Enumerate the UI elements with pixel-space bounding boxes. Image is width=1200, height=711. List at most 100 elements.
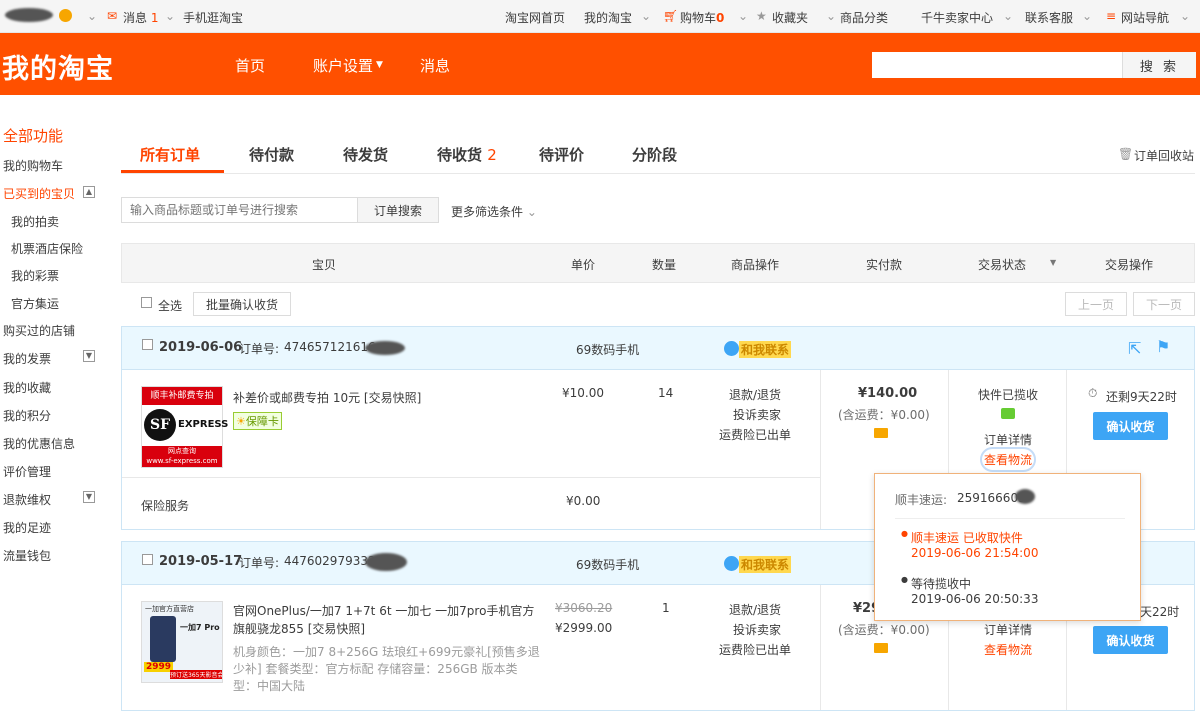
next-page-button[interactable]: 下一页: [1133, 292, 1195, 316]
expand-icon[interactable]: ▼: [83, 350, 95, 362]
guarantee-badge: ☀保障卡: [233, 412, 282, 430]
seller-center-link[interactable]: 千牛卖家中心: [921, 9, 993, 26]
confirm-receipt-button[interactable]: 确认收货: [1093, 626, 1168, 654]
product-spec-line3: 型：中国大陆: [233, 679, 306, 693]
sidebar-item-reviews[interactable]: 评价管理: [3, 463, 51, 480]
site-search-input[interactable]: [872, 52, 1122, 78]
view-logistics-link[interactable]: 查看物流: [979, 447, 1037, 472]
shop-name[interactable]: 69数码手机: [576, 556, 639, 573]
insurance-link[interactable]: 运费险已出单: [719, 641, 791, 658]
site-search-button[interactable]: 搜 索: [1122, 52, 1196, 78]
timer-icon: ⏱: [1088, 386, 1098, 400]
customer-service-dropdown-icon[interactable]: ⌄: [1082, 9, 1092, 23]
order-detail-link[interactable]: 订单详情: [984, 431, 1032, 448]
cart-dropdown-icon[interactable]: ⌄: [738, 9, 748, 23]
messages-link[interactable]: 消息 1: [123, 9, 158, 26]
order-checkbox[interactable]: [142, 554, 153, 565]
contact-seller-button[interactable]: 和我联系: [739, 341, 792, 358]
order-detail-link[interactable]: 订单详情: [984, 621, 1032, 638]
trash-icon: 🗑︎: [1118, 147, 1134, 161]
view-logistics-link[interactable]: 查看物流: [984, 641, 1032, 658]
product-title-line1[interactable]: 官网OnePlus/一加7 1+7t 6t 一加七 一加7pro手机官方: [233, 602, 534, 619]
order-search-input[interactable]: [121, 197, 358, 223]
popup-divider: [895, 518, 1125, 519]
my-taobao-dropdown-icon[interactable]: ⌄: [641, 9, 651, 23]
tab-to-receive[interactable]: 待收货 2: [437, 144, 497, 165]
messages-dropdown-icon[interactable]: ⌄: [165, 9, 175, 23]
row-divider: [122, 477, 820, 478]
refund-link[interactable]: 退款/退货: [729, 386, 781, 403]
tab-to-ship[interactable]: 待发货: [343, 144, 388, 165]
mobile-link[interactable]: 手机逛淘宝: [183, 9, 243, 26]
customer-service-link[interactable]: 联系客服: [1025, 9, 1073, 26]
col-item-actions: 商品操作: [731, 258, 780, 272]
site-nav-link[interactable]: 网站导航: [1121, 9, 1169, 26]
order-search-button[interactable]: 订单搜索: [357, 197, 439, 223]
categories-link[interactable]: 商品分类: [840, 9, 888, 26]
confirm-receipt-button[interactable]: 确认收货: [1093, 412, 1168, 440]
share-icon[interactable]: ⇱: [1128, 339, 1141, 358]
sidebar-item-invoice[interactable]: 我的发票: [3, 350, 51, 367]
sidebar-item-consolidation[interactable]: 官方集运: [11, 295, 59, 312]
sidebar-item-shops[interactable]: 购买过的店铺: [3, 322, 75, 339]
sidebar-item-lottery[interactable]: 我的彩票: [11, 267, 59, 284]
complain-link[interactable]: 投诉卖家: [733, 406, 781, 423]
sidebar-item-cart[interactable]: 我的购物车: [3, 157, 63, 174]
select-all-checkbox[interactable]: [141, 297, 152, 308]
flag-icon[interactable]: ⚑: [1156, 337, 1170, 356]
insurance-link[interactable]: 运费险已出单: [719, 426, 791, 443]
col-status[interactable]: 交易状态: [978, 256, 1026, 273]
nav-messages[interactable]: 消息: [420, 55, 450, 76]
sidebar-item-travel[interactable]: 机票酒店保险: [11, 240, 83, 257]
sidebar-item-footprint[interactable]: 我的足迹: [3, 519, 51, 536]
sidebar-item-points[interactable]: 我的积分: [3, 407, 51, 424]
collapse-icon[interactable]: ▲: [83, 186, 95, 198]
order-checkbox[interactable]: [142, 339, 153, 350]
nav-home[interactable]: 首页: [235, 55, 265, 76]
bulk-confirm-button[interactable]: 批量确认收货: [193, 292, 291, 316]
order-recycle-link[interactable]: 订单回收站: [1134, 147, 1194, 164]
order-header: 2019-06-06 订单号: 474657121616 69数码手机 和我联系…: [122, 327, 1194, 369]
product-image[interactable]: 顺丰补邮费专拍 SF EXPRESS 网点查询 www.sf-express.c…: [141, 386, 228, 468]
product-title[interactable]: 补差价或邮费专拍 10元 [交易快照]: [233, 389, 421, 406]
taobao-home-link[interactable]: 淘宝网首页: [505, 9, 565, 26]
image-url-text: www.sf-express.com: [146, 457, 218, 465]
tab-all-orders[interactable]: 所有订单: [140, 144, 200, 165]
tab-to-pay[interactable]: 待付款: [249, 144, 294, 165]
sidebar-title: 全部功能: [3, 127, 64, 145]
col-paid: 实付款: [866, 258, 903, 272]
my-taobao-link[interactable]: 我的淘宝: [584, 9, 632, 26]
user-dropdown-icon[interactable]: ⌄: [87, 9, 97, 23]
site-topbar: ⌄ ✉ 消息 1 ⌄ 手机逛淘宝 淘宝网首页 我的淘宝 ⌄ 🛒︎ 购物车0 ⌄ …: [0, 0, 1200, 33]
shop-name[interactable]: 69数码手机: [576, 341, 639, 358]
nav-account-settings[interactable]: 账户设置: [313, 55, 373, 76]
refund-link[interactable]: 退款/退货: [729, 601, 781, 618]
seller-center-dropdown-icon[interactable]: ⌄: [1003, 9, 1013, 23]
sidebar-item-bought[interactable]: 已买到的宝贝: [3, 185, 75, 202]
cart-link[interactable]: 购物车0: [680, 9, 724, 26]
event-title: 顺丰速运 已收取快件: [911, 531, 1023, 545]
favorites-link[interactable]: 收藏夹: [772, 9, 808, 26]
prev-page-button[interactable]: 上一页: [1065, 292, 1127, 316]
select-all-label[interactable]: 全选: [158, 297, 182, 314]
sidebar-item-data-wallet[interactable]: 流量钱包: [3, 547, 51, 564]
sidebar-item-favorites[interactable]: 我的收藏: [3, 379, 51, 396]
site-nav-dropdown-icon[interactable]: ⌄: [1180, 9, 1190, 23]
product-image[interactable]: 一加官方直营店 一加7 Pro 2999 预订送365天影音会员: [141, 601, 223, 683]
sidebar-item-refunds[interactable]: 退款维权: [3, 491, 51, 508]
image-phone-name: 一加7 Pro: [180, 623, 220, 632]
sidebar-item-auction[interactable]: 我的拍卖: [11, 213, 59, 230]
expand-icon[interactable]: ▼: [83, 491, 95, 503]
product-title-line2[interactable]: 旗舰骁龙855 [交易快照]: [233, 620, 365, 637]
guarantee-icon: ☀: [236, 415, 246, 428]
logo[interactable]: 我的淘宝: [2, 47, 114, 86]
caret-down-icon: ▼: [376, 60, 383, 70]
more-filters-link[interactable]: 更多筛选条件 ⌄: [451, 203, 537, 220]
complain-link[interactable]: 投诉卖家: [733, 621, 781, 638]
caret-down-icon[interactable]: ▼: [1050, 258, 1056, 267]
favorites-dropdown-icon[interactable]: ⌄: [826, 9, 836, 23]
sidebar-item-coupons[interactable]: 我的优惠信息: [3, 435, 75, 452]
contact-seller-button[interactable]: 和我联系: [739, 556, 792, 573]
tab-to-review[interactable]: 待评价: [539, 144, 584, 165]
tab-installment[interactable]: 分阶段: [632, 144, 677, 165]
